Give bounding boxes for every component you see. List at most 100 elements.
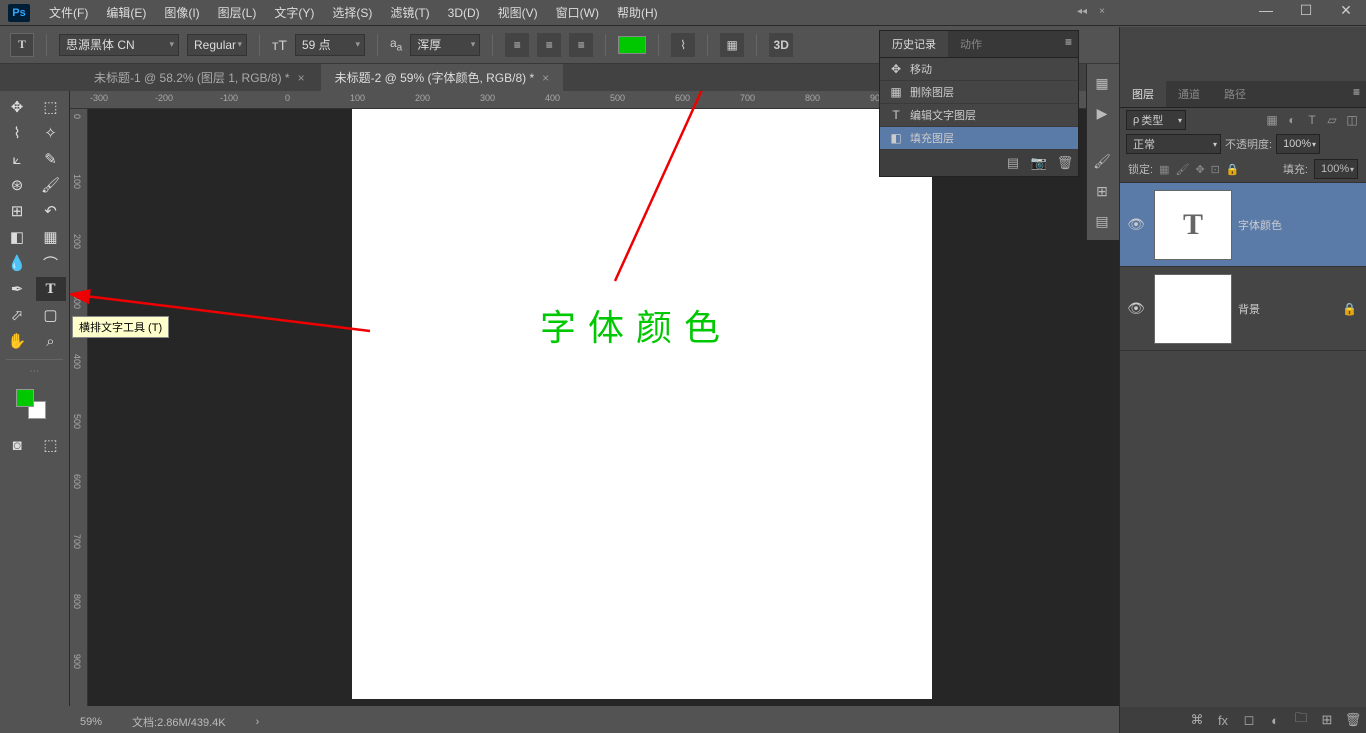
font-family-dropdown[interactable]: 思源黑体 CN: [59, 34, 179, 56]
history-item[interactable]: ▦ 删除图层: [880, 81, 1078, 104]
link-layers-icon[interactable]: ⌘: [1188, 711, 1206, 729]
lock-transparent-icon[interactable]: ▦: [1159, 163, 1169, 176]
tab-channels[interactable]: 通道: [1166, 81, 1212, 107]
zoom-tool[interactable]: ⌕: [36, 329, 66, 353]
align-right-button[interactable]: ≡: [569, 33, 593, 57]
lock-paint-icon[interactable]: 🖌: [1175, 163, 1189, 176]
layer-thumbnail[interactable]: T: [1154, 190, 1232, 260]
type-tool[interactable]: T: [36, 277, 66, 301]
visibility-icon[interactable]: 👁: [1124, 300, 1148, 317]
opacity-input[interactable]: 100%: [1276, 134, 1320, 154]
new-snapshot-icon[interactable]: ▤: [1004, 154, 1022, 172]
tab-history[interactable]: 历史记录: [880, 31, 948, 57]
group-icon[interactable]: 🗀: [1292, 711, 1310, 729]
foreground-color[interactable]: [16, 389, 34, 407]
eraser-tool[interactable]: ◧: [2, 225, 32, 249]
gradient-tool[interactable]: ▦: [36, 225, 66, 249]
filter-type-icon[interactable]: T: [1304, 113, 1320, 127]
font-weight-dropdown[interactable]: Regular: [187, 34, 247, 56]
tab-actions[interactable]: 动作: [948, 31, 994, 57]
menu-file[interactable]: 文件(F): [40, 0, 97, 25]
adjustment-layer-icon[interactable]: ◐: [1266, 711, 1284, 729]
doc-info[interactable]: 文档:2.86M/439.4K: [132, 714, 226, 730]
lock-position-icon[interactable]: ✥: [1195, 163, 1204, 176]
stamp-tool[interactable]: ⊞: [2, 199, 32, 223]
pen-tool[interactable]: ✒: [2, 277, 32, 301]
marquee-tool[interactable]: ⬚: [36, 95, 66, 119]
menu-3d[interactable]: 3D(D): [439, 2, 489, 24]
minimize-button[interactable]: —: [1246, 0, 1286, 20]
blend-mode-dropdown[interactable]: 正常: [1126, 134, 1221, 154]
align-center-button[interactable]: ≡: [537, 33, 561, 57]
filter-smart-icon[interactable]: ◫: [1344, 113, 1360, 127]
lock-icon[interactable]: 🔒: [1342, 302, 1362, 316]
ruler-vertical[interactable]: 0 100 200 300 400 500 600 700 800 900: [70, 109, 88, 706]
panel-menu-icon[interactable]: ≡: [1347, 81, 1366, 107]
close-panel-icon[interactable]: ×: [1093, 3, 1111, 19]
menu-layer[interactable]: 图层(L): [209, 0, 266, 25]
canvas-text[interactable]: 字体颜色: [540, 299, 732, 351]
visibility-icon[interactable]: 👁: [1124, 216, 1148, 233]
hand-tool[interactable]: ✋: [2, 329, 32, 353]
character-panel-button[interactable]: ▦: [720, 33, 744, 57]
path-select-tool[interactable]: ⬀: [2, 303, 32, 327]
history-item[interactable]: T 编辑文字图层: [880, 104, 1078, 127]
lock-artboard-icon[interactable]: ⊡: [1211, 163, 1220, 176]
lock-all-icon[interactable]: 🔒: [1226, 163, 1240, 176]
tab-close-icon[interactable]: ×: [298, 71, 305, 85]
panel-menu-icon[interactable]: ≡: [1059, 31, 1078, 57]
layer-thumbnail[interactable]: [1154, 274, 1232, 344]
lasso-tool[interactable]: ⌇: [2, 121, 32, 145]
menu-view[interactable]: 视图(V): [489, 0, 547, 25]
layer-item[interactable]: 👁 背景 🔒: [1120, 267, 1366, 351]
quickmask-tool[interactable]: ◙: [2, 433, 32, 457]
tab-doc-2[interactable]: 未标题-2 @ 59% (字体颜色, RGB/8) * ×: [321, 64, 564, 91]
collapse-icon[interactable]: ◂◂: [1073, 3, 1091, 19]
antialias-dropdown[interactable]: 浑厚: [410, 34, 480, 56]
history-item[interactable]: ✥ 移动: [880, 58, 1078, 81]
zoom-level[interactable]: 59%: [80, 716, 102, 728]
delete-icon[interactable]: 🗑: [1056, 154, 1074, 172]
crop-tool[interactable]: ⟀: [2, 147, 32, 171]
tab-close-icon[interactable]: ×: [542, 71, 549, 85]
delete-layer-icon[interactable]: 🗑: [1344, 711, 1362, 729]
panel-icon-swatches[interactable]: ⊞: [1091, 180, 1113, 202]
panel-icon-1[interactable]: ▦: [1091, 72, 1113, 94]
align-left-button[interactable]: ≡: [505, 33, 529, 57]
menu-edit[interactable]: 编辑(E): [97, 0, 155, 25]
filter-shape-icon[interactable]: ▱: [1324, 113, 1340, 127]
layer-mask-icon[interactable]: ◻: [1240, 711, 1258, 729]
move-tool[interactable]: ✥: [2, 95, 32, 119]
font-size-dropdown[interactable]: 59 点: [295, 34, 365, 56]
layer-filter-dropdown[interactable]: ρ类型: [1126, 110, 1186, 130]
filter-adjust-icon[interactable]: ◐: [1284, 113, 1300, 127]
eyedropper-tool[interactable]: ✎: [36, 147, 66, 171]
history-item[interactable]: ◧ 填充图层: [880, 127, 1078, 150]
layer-item[interactable]: 👁 T 字体颜色: [1120, 183, 1366, 267]
screenmode-tool[interactable]: ⬚: [36, 433, 66, 457]
menu-help[interactable]: 帮助(H): [608, 0, 667, 25]
panel-icon-libraries[interactable]: ▤: [1091, 210, 1113, 232]
status-chevron-icon[interactable]: ›: [256, 716, 260, 728]
menu-select[interactable]: 选择(S): [323, 0, 381, 25]
panel-icon-brush[interactable]: 🖌: [1091, 150, 1113, 172]
menu-window[interactable]: 窗口(W): [547, 0, 608, 25]
brush-tool[interactable]: 🖌: [36, 173, 66, 197]
canvas[interactable]: 字体颜色: [352, 109, 932, 699]
layer-style-icon[interactable]: fx: [1214, 711, 1232, 729]
close-button[interactable]: ✕: [1326, 0, 1366, 20]
warp-text-button[interactable]: ⌇: [671, 33, 695, 57]
dodge-tool[interactable]: ⌒: [36, 251, 66, 275]
blur-tool[interactable]: 💧: [2, 251, 32, 275]
fill-input[interactable]: 100%: [1314, 159, 1358, 179]
history-brush-tool[interactable]: ↶: [36, 199, 66, 223]
snapshot-icon[interactable]: 📷: [1030, 154, 1048, 172]
color-picker[interactable]: [2, 385, 67, 429]
shape-tool[interactable]: ▢: [36, 303, 66, 327]
healing-tool[interactable]: ⊛: [2, 173, 32, 197]
maximize-button[interactable]: ☐: [1286, 0, 1326, 20]
filter-image-icon[interactable]: ▦: [1264, 113, 1280, 127]
panel-icon-play[interactable]: ▶: [1091, 102, 1113, 124]
magic-wand-tool[interactable]: ✧: [36, 121, 66, 145]
tool-preset-icon[interactable]: T: [10, 33, 34, 57]
